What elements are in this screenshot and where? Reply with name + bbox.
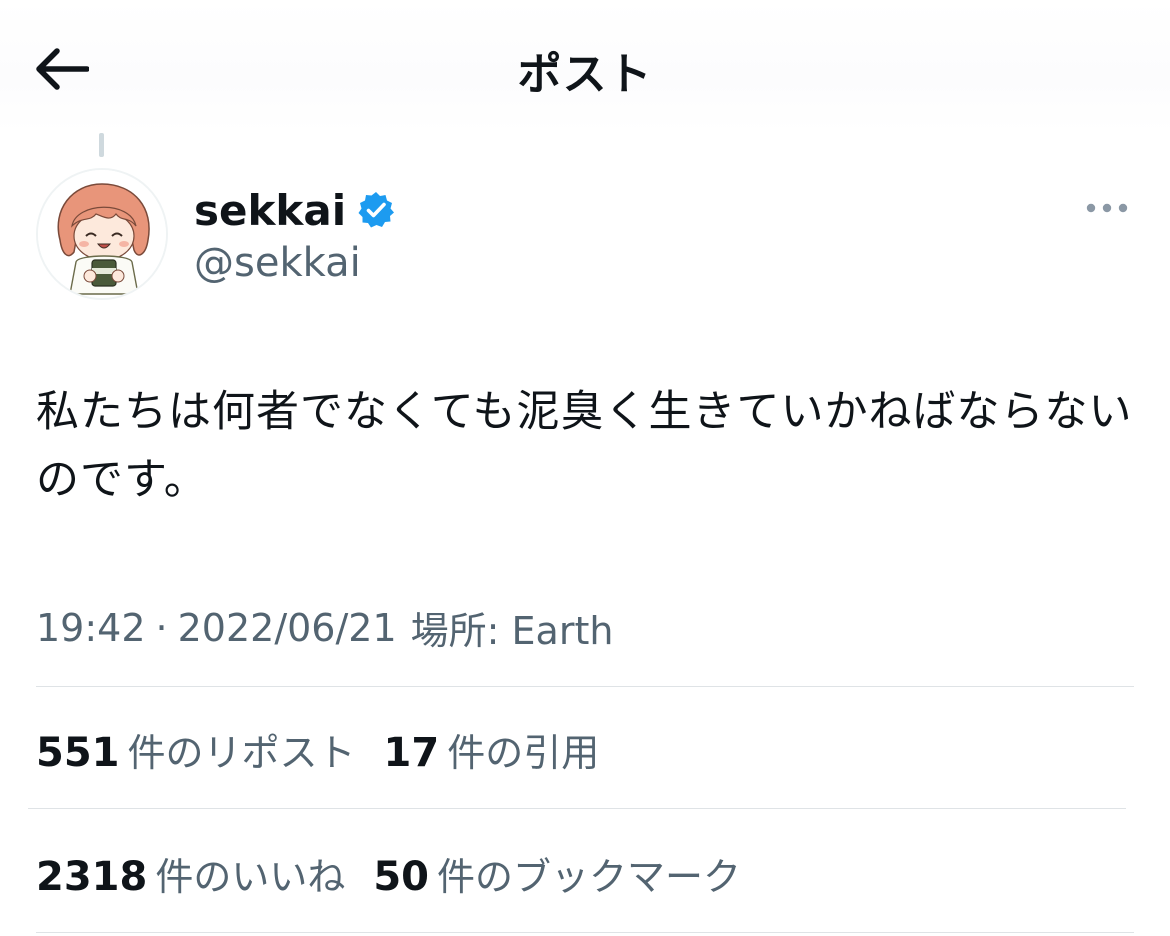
more-horizontal-icon <box>1086 203 1128 213</box>
divider <box>36 686 1134 687</box>
post-metadata: 19:42 · 2022/06/21 場所: Earth <box>36 600 613 655</box>
divider <box>28 808 1126 809</box>
reposts-count: 551 <box>36 730 120 776</box>
likes-stat[interactable]: 2318 件のいいね <box>36 846 345 901</box>
stats-row-likes-bookmarks: 2318 件のいいね 50 件のブックマーク <box>36 846 769 901</box>
stats-row-reposts-quotes: 551 件のリポスト 17 件の引用 <box>36 722 627 777</box>
post-text: 私たちは何者でなくても泥臭く生きていかねばならないのです。 <box>36 387 1133 505</box>
post-detail-page: ポスト sekkai @sekkai 私たちは何者でなくても泥臭く生きていかねば… <box>0 0 1170 936</box>
divider <box>36 932 1134 933</box>
bookmarks-label: 件のブックマーク <box>437 855 742 899</box>
page-title: ポスト <box>517 49 653 100</box>
verified-badge-icon[interactable] <box>356 190 396 230</box>
likes-label: 件のいいね <box>155 855 346 899</box>
author-name-row[interactable]: sekkai <box>194 184 396 236</box>
reposts-label: 件のリポスト <box>127 731 356 775</box>
quotes-label: 件の引用 <box>447 731 600 775</box>
likes-count: 2318 <box>36 854 148 900</box>
more-options-button[interactable] <box>1082 190 1132 226</box>
quotes-count: 17 <box>383 730 440 776</box>
thread-connector-line <box>99 133 104 157</box>
top-bar: ポスト <box>0 0 1170 132</box>
reposts-stat[interactable]: 551 件のリポスト <box>36 722 356 777</box>
bookmarks-count: 50 <box>373 854 430 900</box>
meta-separator: · <box>155 605 168 650</box>
avatar-illustration <box>38 170 166 298</box>
author-handle[interactable]: @sekkai <box>194 240 361 286</box>
post-time[interactable]: 19:42 <box>36 606 146 650</box>
post-location[interactable]: 場所: Earth <box>411 600 614 655</box>
quotes-stat[interactable]: 17 件の引用 <box>384 722 600 777</box>
display-name[interactable]: sekkai <box>194 186 346 235</box>
bookmarks-stat[interactable]: 50 件のブックマーク <box>373 846 741 901</box>
post-date[interactable]: 2022/06/21 <box>178 606 397 650</box>
avatar[interactable] <box>36 168 168 300</box>
